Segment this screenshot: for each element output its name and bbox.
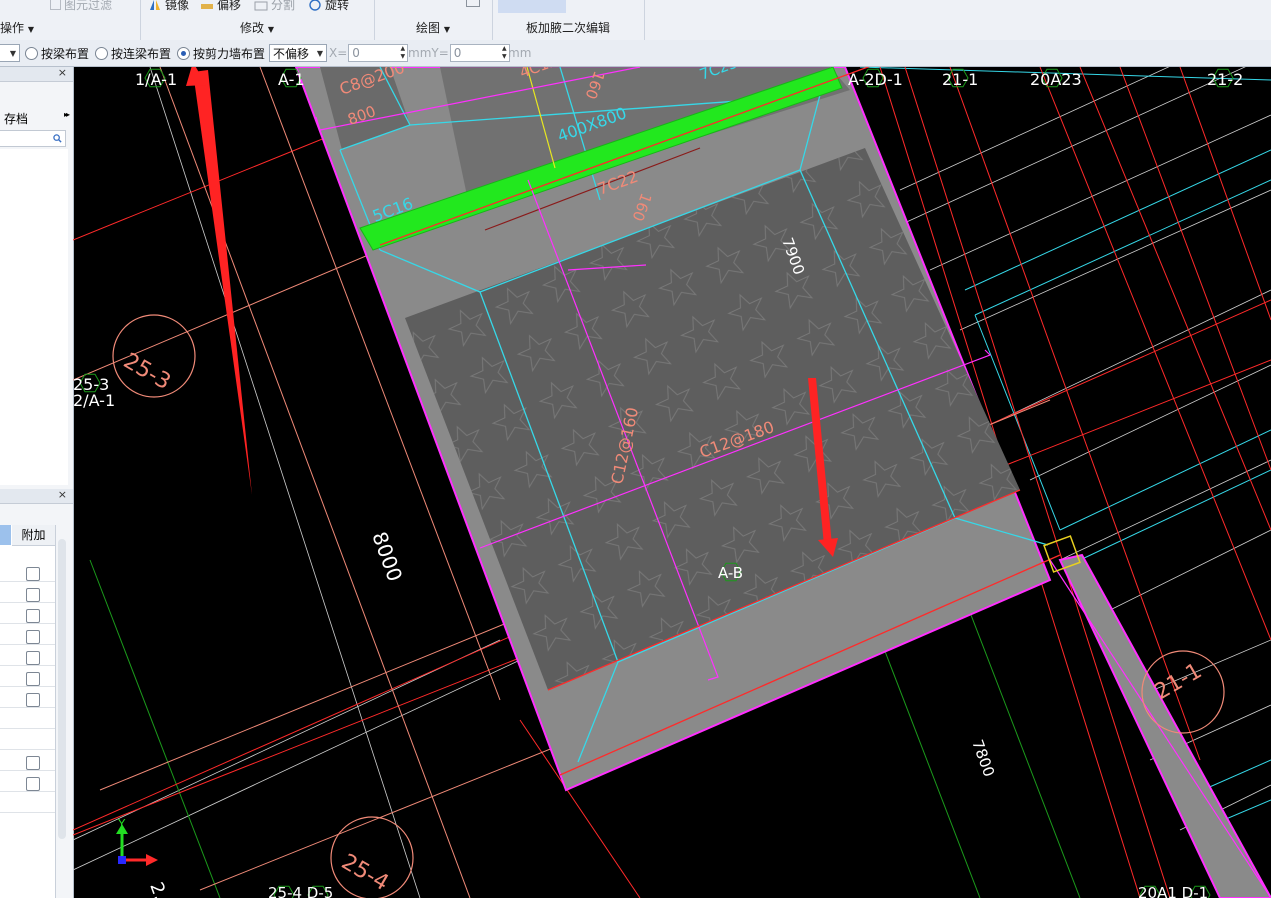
radio-icon[interactable] — [95, 46, 108, 60]
dimension-label: 8000 — [367, 529, 407, 585]
attach-checkbox[interactable] — [26, 588, 40, 602]
slab-region[interactable] — [294, 67, 1271, 898]
table-row — [0, 770, 55, 771]
search-input[interactable] — [0, 130, 66, 147]
split-button[interactable]: 分割 — [254, 0, 295, 13]
search-icon[interactable] — [53, 134, 62, 143]
ribbon-group-modify: 镜像 偏移 分割 旋转 修改 ▼ — [140, 0, 375, 40]
table-row — [0, 791, 55, 792]
split-icon — [254, 1, 268, 10]
mirror-button[interactable]: 镜像 — [148, 0, 189, 13]
circle-axis-label: 25-3 — [119, 349, 175, 396]
ribbon-group-label-haunch: 板加腋二次编辑 — [525, 21, 610, 35]
ribbon-group-label-modify: 修改 — [240, 21, 265, 35]
ribbon-group-operation: 图元过滤 操作 ▼ — [0, 0, 141, 40]
x-offset-input[interactable]: 0 ▲ ▼ — [348, 44, 409, 62]
radio-selected-icon[interactable] — [177, 46, 190, 60]
offset-button[interactable]: 偏移 — [200, 0, 241, 13]
attach-checkbox[interactable] — [26, 651, 40, 665]
close-icon[interactable]: × — [58, 488, 67, 501]
axis-label: A-B — [718, 564, 743, 582]
axis-label: 2/A-1 — [73, 391, 115, 410]
table-row — [0, 602, 55, 603]
attach-checkbox[interactable] — [26, 693, 40, 707]
mm-label: mm — [508, 46, 532, 60]
axis-label: A-2D-1 — [848, 70, 903, 89]
chevron-down-icon[interactable]: ▼ — [444, 25, 450, 34]
axis-label: 20A23 — [1030, 70, 1082, 89]
left-panel: × 存档 ▸▸ × 附加 — [0, 66, 74, 898]
axis-label: 21-2 — [1207, 70, 1243, 89]
offset-icon — [201, 3, 213, 9]
axis-label: 21-1 — [942, 70, 978, 89]
radio-by-continuous-beam[interactable]: 按连梁布置 — [95, 40, 171, 66]
table-row — [0, 623, 55, 624]
x-label: X= — [329, 46, 348, 60]
draw-shape-icon[interactable] — [466, 0, 480, 7]
ribbon: 图元过滤 操作 ▼ 镜像 偏移 分割 旋转 修改 ▼ 绘图 ▼ 板加腋二次编辑 — [0, 0, 1271, 41]
ribbon-group-label-draw: 绘图 — [416, 21, 441, 35]
more-icon[interactable]: ▸▸ — [64, 110, 70, 119]
ribbon-group-draw: 绘图 ▼ — [374, 0, 493, 40]
table-row — [0, 686, 55, 687]
mirror-icon — [150, 0, 160, 10]
table-header-selected-cell — [0, 525, 11, 545]
ribbon-group-label-operation: 操作 — [0, 21, 25, 35]
property-table: 附加 — [0, 525, 56, 898]
attach-checkbox[interactable] — [26, 567, 40, 581]
rotate-button[interactable]: 旋转 — [308, 0, 349, 13]
table-row — [0, 812, 55, 813]
attach-checkbox[interactable] — [26, 630, 40, 644]
save-archive-button[interactable]: 存档 ▸▸ — [0, 109, 73, 127]
axis-label: 20A1 D-1 — [1138, 884, 1208, 898]
table-row — [0, 581, 55, 582]
circle-axis-label: 21-1 — [1151, 659, 1207, 706]
haunch-edit-button[interactable] — [498, 0, 566, 13]
attach-checkbox[interactable] — [26, 777, 40, 791]
chevron-down-icon[interactable]: ▼ — [28, 25, 34, 34]
chevron-down-icon: ▼ — [9, 48, 17, 58]
toolbar-left-dropdown[interactable]: ▼ — [0, 40, 20, 66]
filter-icon — [50, 0, 61, 10]
radio-by-beam[interactable]: 按梁布置 — [25, 40, 89, 66]
chevron-down-icon: ▼ — [316, 48, 324, 58]
table-row — [0, 749, 55, 750]
offset-select[interactable]: 不偏移 ▼ — [269, 44, 327, 62]
angle-text: 2.5° — [145, 880, 178, 898]
element-filter-button[interactable]: 图元过滤 — [50, 0, 112, 13]
attach-checkbox[interactable] — [26, 756, 40, 770]
coordinate-axis-icon: Y 2.5° — [116, 817, 178, 898]
axis-label: 1/A-1 — [135, 70, 177, 89]
dimension-label: 7800 — [968, 737, 998, 779]
close-icon[interactable]: × — [58, 66, 67, 79]
rotate-icon — [309, 0, 321, 11]
axis-label: A-1 — [278, 70, 305, 89]
panel-white-area — [0, 149, 68, 485]
vertical-scrollbar[interactable] — [58, 539, 66, 839]
coord-y-label: Y — [117, 817, 126, 831]
mm-y-label: mmY= — [408, 46, 449, 60]
axis-label: 25-4 D-5 — [268, 884, 333, 898]
attach-checkbox[interactable] — [26, 609, 40, 623]
drawing-canvas[interactable]: Y 2.5° 1/A-1 A-1 A-2D-1 21-1 20A23 21-2 25-32/… — [73, 67, 1271, 898]
options-toolbar: ▼ 按梁布置 按连梁布置 按剪力墙布置 不偏移 ▼ X= 0 ▲ ▼ mmY= 0… — [0, 40, 1271, 67]
chevron-down-icon[interactable]: ▼ — [268, 25, 274, 34]
radio-by-shear-wall[interactable]: 按剪力墙布置 — [177, 40, 265, 66]
attach-checkbox[interactable] — [26, 672, 40, 686]
spinner-icon[interactable]: ▲ ▼ — [398, 45, 407, 61]
ribbon-group-haunch: 板加腋二次编辑 — [492, 0, 645, 40]
radio-icon[interactable] — [25, 46, 38, 60]
table-row — [0, 707, 55, 708]
table-row — [0, 665, 55, 666]
y-offset-input[interactable]: 0 ▲ ▼ — [449, 44, 510, 62]
table-header-attach: 附加 — [12, 525, 55, 546]
table-row — [0, 728, 55, 729]
table-row — [0, 644, 55, 645]
